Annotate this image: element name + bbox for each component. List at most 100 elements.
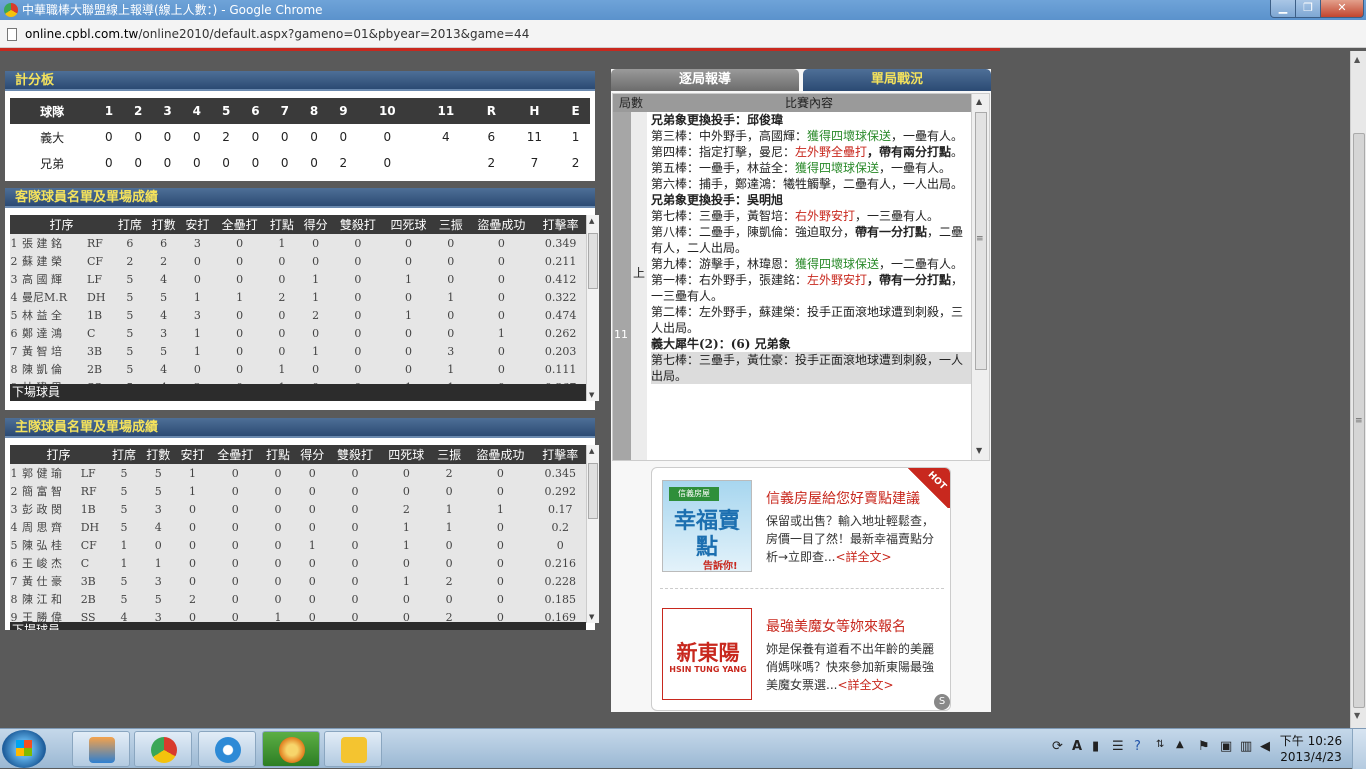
player-name[interactable]: 黃 仕 豪 <box>18 572 81 590</box>
inning-score: 0 <box>310 156 318 170</box>
player-name[interactable]: 簡 富 智 <box>18 482 81 500</box>
url-text[interactable]: online.cpbl.com.tw/online2010/default.as… <box>25 20 529 48</box>
start-button[interactable] <box>2 730 46 768</box>
player-row[interactable]: 1張 建 銘 RF 6 6 3 0 1 0 0 0 0 0 0.349 <box>10 234 586 252</box>
home-roster-list[interactable]: 打序 打席 打數 安打 全壘打 打點 得分 雙殺打 四死球 三振 盜壘成功 打擊率 1郭 健 瑜 LF 5… <box>10 445 586 625</box>
player-row[interactable]: 2簡 富 智 RF 5 5 1 0 0 0 0 0 0 0 0.292 <box>10 482 586 500</box>
ad-more-link[interactable]: <詳全文> <box>836 550 892 564</box>
clock[interactable]: 下午 10:26 2013/4/23 <box>1278 733 1344 765</box>
scroll-down-arrow-icon[interactable]: ▼ <box>976 446 982 455</box>
show-hidden-icons-icon[interactable]: ▲ <box>1176 739 1184 750</box>
home-bench-label[interactable]: 下場球員 <box>10 622 586 630</box>
player-row[interactable]: 4 曼尼M.R DH 5 5 1 1 2 1 0 0 1 0 0.322 <box>10 288 586 306</box>
column-header: 3 <box>152 98 183 124</box>
taskbar-internet-explorer[interactable] <box>198 731 256 767</box>
player-name[interactable]: 張 建 銘 <box>18 234 88 252</box>
minimize-button[interactable]: ▁ <box>1270 0 1296 18</box>
scroll-down-arrow-icon[interactable]: ▼ <box>589 613 594 621</box>
ad-hty-image[interactable]: 新東陽 HSIN TUNG YANG <box>662 608 752 700</box>
flag-icon[interactable]: ⚑ <box>1198 739 1210 754</box>
player-row[interactable]: 8陳 凱 倫 2B 5 4 0 0 1 0 0 0 1 0 0.111 <box>10 360 586 378</box>
address-bar[interactable]: online.cpbl.com.tw/online2010/default.as… <box>0 20 1366 48</box>
inning-score: 2 <box>339 156 348 170</box>
stat-cell: 2 <box>431 572 467 590</box>
close-button[interactable]: ✕ <box>1320 0 1364 18</box>
scrollbar-thumb[interactable] <box>588 233 598 289</box>
network-icon[interactable]: ▥ <box>1240 739 1252 754</box>
ime-options-icon[interactable]: ⇅ <box>1156 739 1164 750</box>
stat-cell: 0 <box>214 306 265 324</box>
away-roster-scrollbar[interactable]: ▲ ▼ <box>586 215 599 401</box>
ad-more-link[interactable]: <詳全文> <box>837 678 893 692</box>
player-row[interactable]: 2蘇 建 榮 CF 2 2 0 0 0 0 0 0 0 0 0.211 <box>10 252 586 270</box>
player-row[interactable]: 5陳 弘 桂 CF 1 0 0 0 0 1 0 1 0 0 0 <box>10 536 586 554</box>
page-scrollbar[interactable]: ▲ ≡ ▼ <box>1350 51 1366 728</box>
taskbar-chrome[interactable] <box>134 731 192 767</box>
scroll-up-arrow-icon[interactable]: ▲ <box>589 447 594 455</box>
tab-play-by-play[interactable]: 逐局報導 <box>611 69 799 91</box>
player-name[interactable]: 陳 凱 倫 <box>18 360 88 378</box>
ad-badge-icon[interactable]: S <box>934 694 950 710</box>
stat-cell: 1 <box>298 342 333 360</box>
scrollbar-thumb[interactable] <box>588 463 598 519</box>
player-name[interactable]: 鄭 達 鴻 <box>18 324 88 342</box>
ad-sinyi-image[interactable]: 信義房屋 幸福賣點 告訴你! <box>662 480 752 572</box>
player-row[interactable]: 8陳 江 和 2B 5 5 2 0 0 0 0 0 0 0 0.185 <box>10 590 586 608</box>
column-header: 安打 <box>180 215 215 234</box>
taskbar-media-player[interactable] <box>72 731 130 767</box>
ad-title[interactable]: 最強美魔女等妳來報名 <box>766 616 906 636</box>
tab-inning-summary[interactable]: 單局戰況 <box>803 69 991 91</box>
stat-cell: 0 <box>209 572 261 590</box>
player-name[interactable]: 曼尼M.R <box>18 288 88 306</box>
scroll-up-arrow-icon[interactable]: ▲ <box>1354 55 1360 64</box>
away-roster-list[interactable]: 打序 打席 打數 安打 全壘打 打點 得分 雙殺打 四死球 三振 盜壘成功 打擊率 1張 建 銘 RF 6… <box>10 215 586 403</box>
maximize-button[interactable]: ❐ <box>1295 0 1321 18</box>
title-bar[interactable]: 中華職棒大聯盟線上報導(線上人數：) - Google Chrome ▁ ❐ ✕ <box>0 0 1366 20</box>
player-name[interactable]: 周 思 齊 <box>18 518 81 536</box>
stat-cell: 1 <box>380 518 432 536</box>
player-name[interactable]: 王 峻 杰 <box>18 554 81 572</box>
ime-width-icon[interactable]: ▮ <box>1092 739 1099 754</box>
player-row[interactable]: 3彭 政 閔 1B 5 3 0 0 0 0 0 2 1 1 0.17 <box>10 500 586 518</box>
taskbar-app[interactable] <box>262 731 320 767</box>
ad-hsin-tung-yang[interactable]: 新東陽 HSIN TUNG YANG 最強美魔女等妳來報名 妳是保養有道看不出年… <box>652 596 950 706</box>
player-row[interactable]: 7黃 智 培 3B 5 5 1 0 0 1 0 0 3 0 0.203 <box>10 342 586 360</box>
stat-cell: 0 <box>175 572 210 590</box>
home-roster-scrollbar[interactable]: ▲ ▼ <box>586 445 599 623</box>
ad-sinyi[interactable]: 信義房屋 幸福賣點 告訴你! 信義房屋給您好賣點建議 保留或出售？輸入地址輕鬆查… <box>652 468 950 578</box>
help-icon[interactable]: ? <box>1134 739 1141 754</box>
player-name[interactable]: 黃 智 培 <box>18 342 88 360</box>
play-by-play-scrollbar[interactable]: ▲ ≡ ▼ <box>971 94 989 460</box>
ime-mode-indicator[interactable]: A <box>1072 739 1082 754</box>
player-row[interactable]: 6王 峻 杰 C 1 1 0 0 0 0 0 0 0 0 0.216 <box>10 554 586 572</box>
ad-title[interactable]: 信義房屋給您好賣點建議 <box>766 488 920 508</box>
scroll-down-arrow-icon[interactable]: ▼ <box>1354 711 1360 720</box>
scroll-up-arrow-icon[interactable]: ▲ <box>976 97 982 106</box>
player-name[interactable]: 蘇 建 榮 <box>18 252 88 270</box>
device-icon[interactable]: ▣ <box>1220 739 1232 754</box>
play-by-play-list[interactable]: 局數 比賽內容 11 上 兄弟象更換投手：邱俊瑋 第三棒：中外野手，高國輝：獲得四… <box>612 93 990 461</box>
player-name[interactable]: 高 國 輝 <box>18 270 88 288</box>
player-row[interactable]: 5林 益 全 1B 5 4 3 0 0 2 0 1 0 0 0.474 <box>10 306 586 324</box>
player-name[interactable]: 郭 健 瑜 <box>18 464 81 482</box>
ime-icon[interactable]: ⟳ <box>1052 739 1063 754</box>
ime-menu-icon[interactable]: ☰ <box>1112 739 1124 754</box>
batting-order: 6 <box>10 324 18 342</box>
player-name[interactable]: 彭 政 閔 <box>18 500 81 518</box>
scroll-down-arrow-icon[interactable]: ▼ <box>589 391 594 399</box>
player-row[interactable]: 6鄭 達 鴻 C 5 3 1 0 0 0 0 0 0 1 0.262 <box>10 324 586 342</box>
volume-icon[interactable]: ◀ <box>1260 739 1270 754</box>
app-icon <box>279 737 305 763</box>
player-name[interactable]: 林 益 全 <box>18 306 88 324</box>
column-header: 5 <box>211 98 241 124</box>
player-row[interactable]: 7黃 仕 豪 3B 5 3 0 0 0 0 0 1 2 0 0.228 <box>10 572 586 590</box>
scroll-up-arrow-icon[interactable]: ▲ <box>589 217 594 225</box>
player-name[interactable]: 陳 江 和 <box>18 590 81 608</box>
taskbar-app[interactable] <box>324 731 382 767</box>
away-bench-label[interactable]: 下場球員 <box>10 384 586 401</box>
player-name[interactable]: 陳 弘 桂 <box>18 536 81 554</box>
show-desktop-button[interactable] <box>1352 729 1366 769</box>
player-row[interactable]: 4周 思 齊 DH 5 4 0 0 0 0 0 1 1 0 0.2 <box>10 518 586 536</box>
player-row[interactable]: 1郭 健 瑜 LF 5 5 1 0 0 0 0 0 2 0 0.345 <box>10 464 586 482</box>
player-row[interactable]: 3高 國 輝 LF 5 4 0 0 0 1 0 1 0 0 0.412 <box>10 270 586 288</box>
